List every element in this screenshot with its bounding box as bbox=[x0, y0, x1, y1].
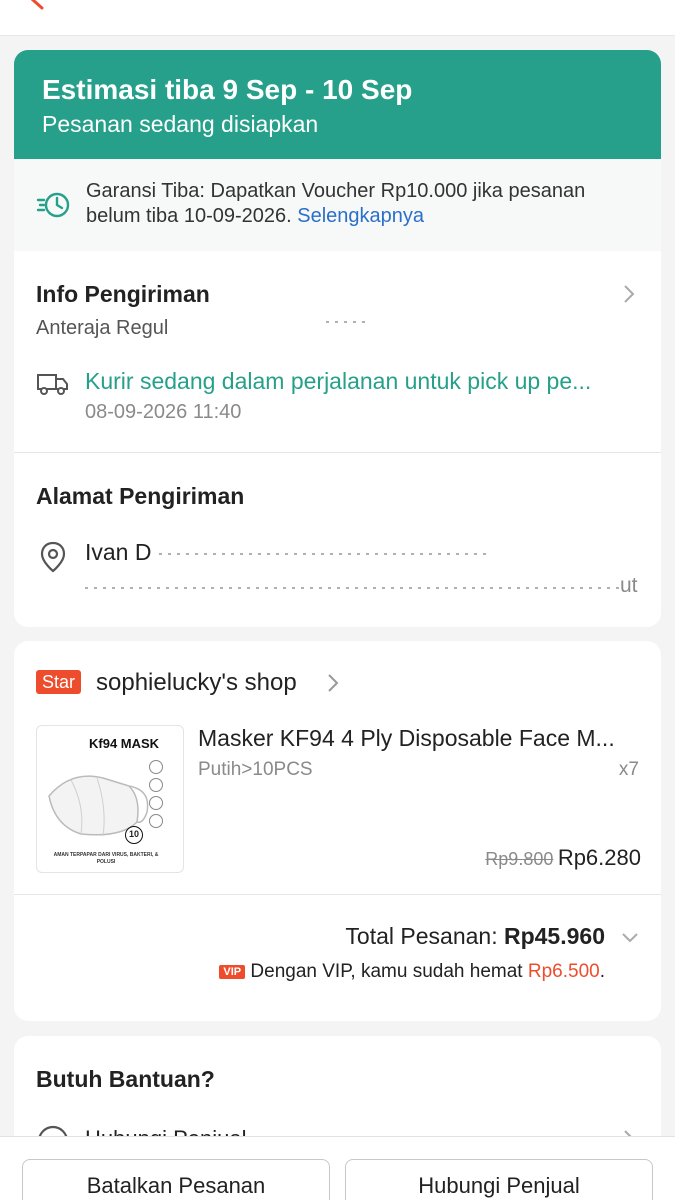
back-arrow-icon[interactable] bbox=[28, 0, 48, 10]
shipping-card: Info Pengiriman Anteraja Regul Kurir sed… bbox=[14, 251, 661, 627]
star-seller-badge: Star bbox=[36, 670, 82, 694]
arrival-guarantee[interactable]: Garansi Tiba: Dapatkan Voucher Rp10.000 … bbox=[14, 159, 661, 251]
redacted-recipient bbox=[159, 553, 489, 555]
thumb-feature-icons bbox=[149, 756, 173, 832]
guarantee-more-link[interactable]: Selengkapnya bbox=[297, 205, 424, 227]
order-total[interactable]: Total Pesanan: Rp45.960 bbox=[345, 923, 605, 950]
chevron-down-icon[interactable] bbox=[620, 931, 640, 945]
total-label: Total Pesanan: bbox=[345, 923, 498, 949]
chevron-right-icon[interactable] bbox=[326, 672, 340, 694]
top-app-bar bbox=[0, 0, 675, 36]
location-pin-icon bbox=[40, 541, 66, 573]
order-status-banner: Estimasi tiba 9 Sep - 10 Sep Pesanan sed… bbox=[14, 50, 661, 159]
section-divider bbox=[14, 452, 661, 453]
tracking-status[interactable]: Kurir sedang dalam perjalanan untuk pick… bbox=[85, 368, 591, 395]
address-tail: ut bbox=[620, 574, 638, 597]
shop-name[interactable]: sophielucky's shop bbox=[96, 669, 297, 697]
product-variant: Putih>10PCS bbox=[198, 759, 313, 780]
thumb-pcs-badge: 10 bbox=[125, 826, 143, 844]
help-title: Butuh Bantuan? bbox=[36, 1066, 215, 1092]
address-title: Alamat Pengiriman bbox=[36, 483, 245, 509]
redacted-address bbox=[85, 587, 625, 589]
bottom-action-bar: Batalkan Pesanan Hubungi Penjual bbox=[0, 1136, 675, 1200]
shipping-info-title[interactable]: Info Pengiriman bbox=[36, 281, 210, 308]
product-thumbnail[interactable]: Kf94 MASK 10 AMAN TERPAPAR DARI VIRUS, B… bbox=[36, 725, 184, 873]
chevron-right-icon[interactable] bbox=[622, 283, 636, 305]
product-title[interactable]: Masker KF94 4 Ply Disposable Face M... bbox=[198, 725, 615, 752]
original-price: Rp9.800 bbox=[485, 849, 554, 869]
vip-tail: . bbox=[599, 961, 605, 982]
eta-text: Estimasi tiba 9 Sep - 10 Sep bbox=[42, 74, 413, 105]
vip-amount: Rp6.500 bbox=[527, 961, 600, 982]
redacted-tracking-number bbox=[326, 321, 371, 323]
fast-clock-icon bbox=[36, 192, 70, 218]
courier-name: Anteraja Regul bbox=[36, 317, 169, 339]
truck-icon bbox=[37, 374, 68, 395]
tracking-time: 08-09-2026 11:40 bbox=[85, 401, 242, 423]
contact-seller-button[interactable]: Hubungi Penjual bbox=[345, 1159, 653, 1200]
vip-badge: VIP bbox=[219, 965, 246, 979]
status-subtitle: Pesanan sedang disiapkan bbox=[42, 111, 319, 137]
section-divider bbox=[14, 894, 661, 895]
vip-savings: VIP Dengan VIP, kamu sudah hemat Rp6.500… bbox=[219, 961, 605, 983]
total-value: Rp45.960 bbox=[503, 923, 605, 949]
recipient-name: Ivan D bbox=[85, 539, 152, 565]
vip-text: Dengan VIP, kamu sudah hemat bbox=[250, 961, 523, 982]
product-quantity: x7 bbox=[618, 759, 639, 780]
thumb-brand: Kf94 MASK bbox=[89, 736, 160, 751]
price-row: Rp9.800 Rp6.280 bbox=[485, 845, 641, 871]
cancel-order-button[interactable]: Batalkan Pesanan bbox=[22, 1159, 330, 1200]
thumb-footer-text: AMAN TERPAPAR DARI VIRUS, BAKTERI, & POL… bbox=[53, 852, 159, 865]
product-price: Rp6.280 bbox=[557, 845, 641, 870]
order-items-card: Star sophielucky's shop Kf94 MASK 10 AMA… bbox=[14, 641, 661, 1021]
